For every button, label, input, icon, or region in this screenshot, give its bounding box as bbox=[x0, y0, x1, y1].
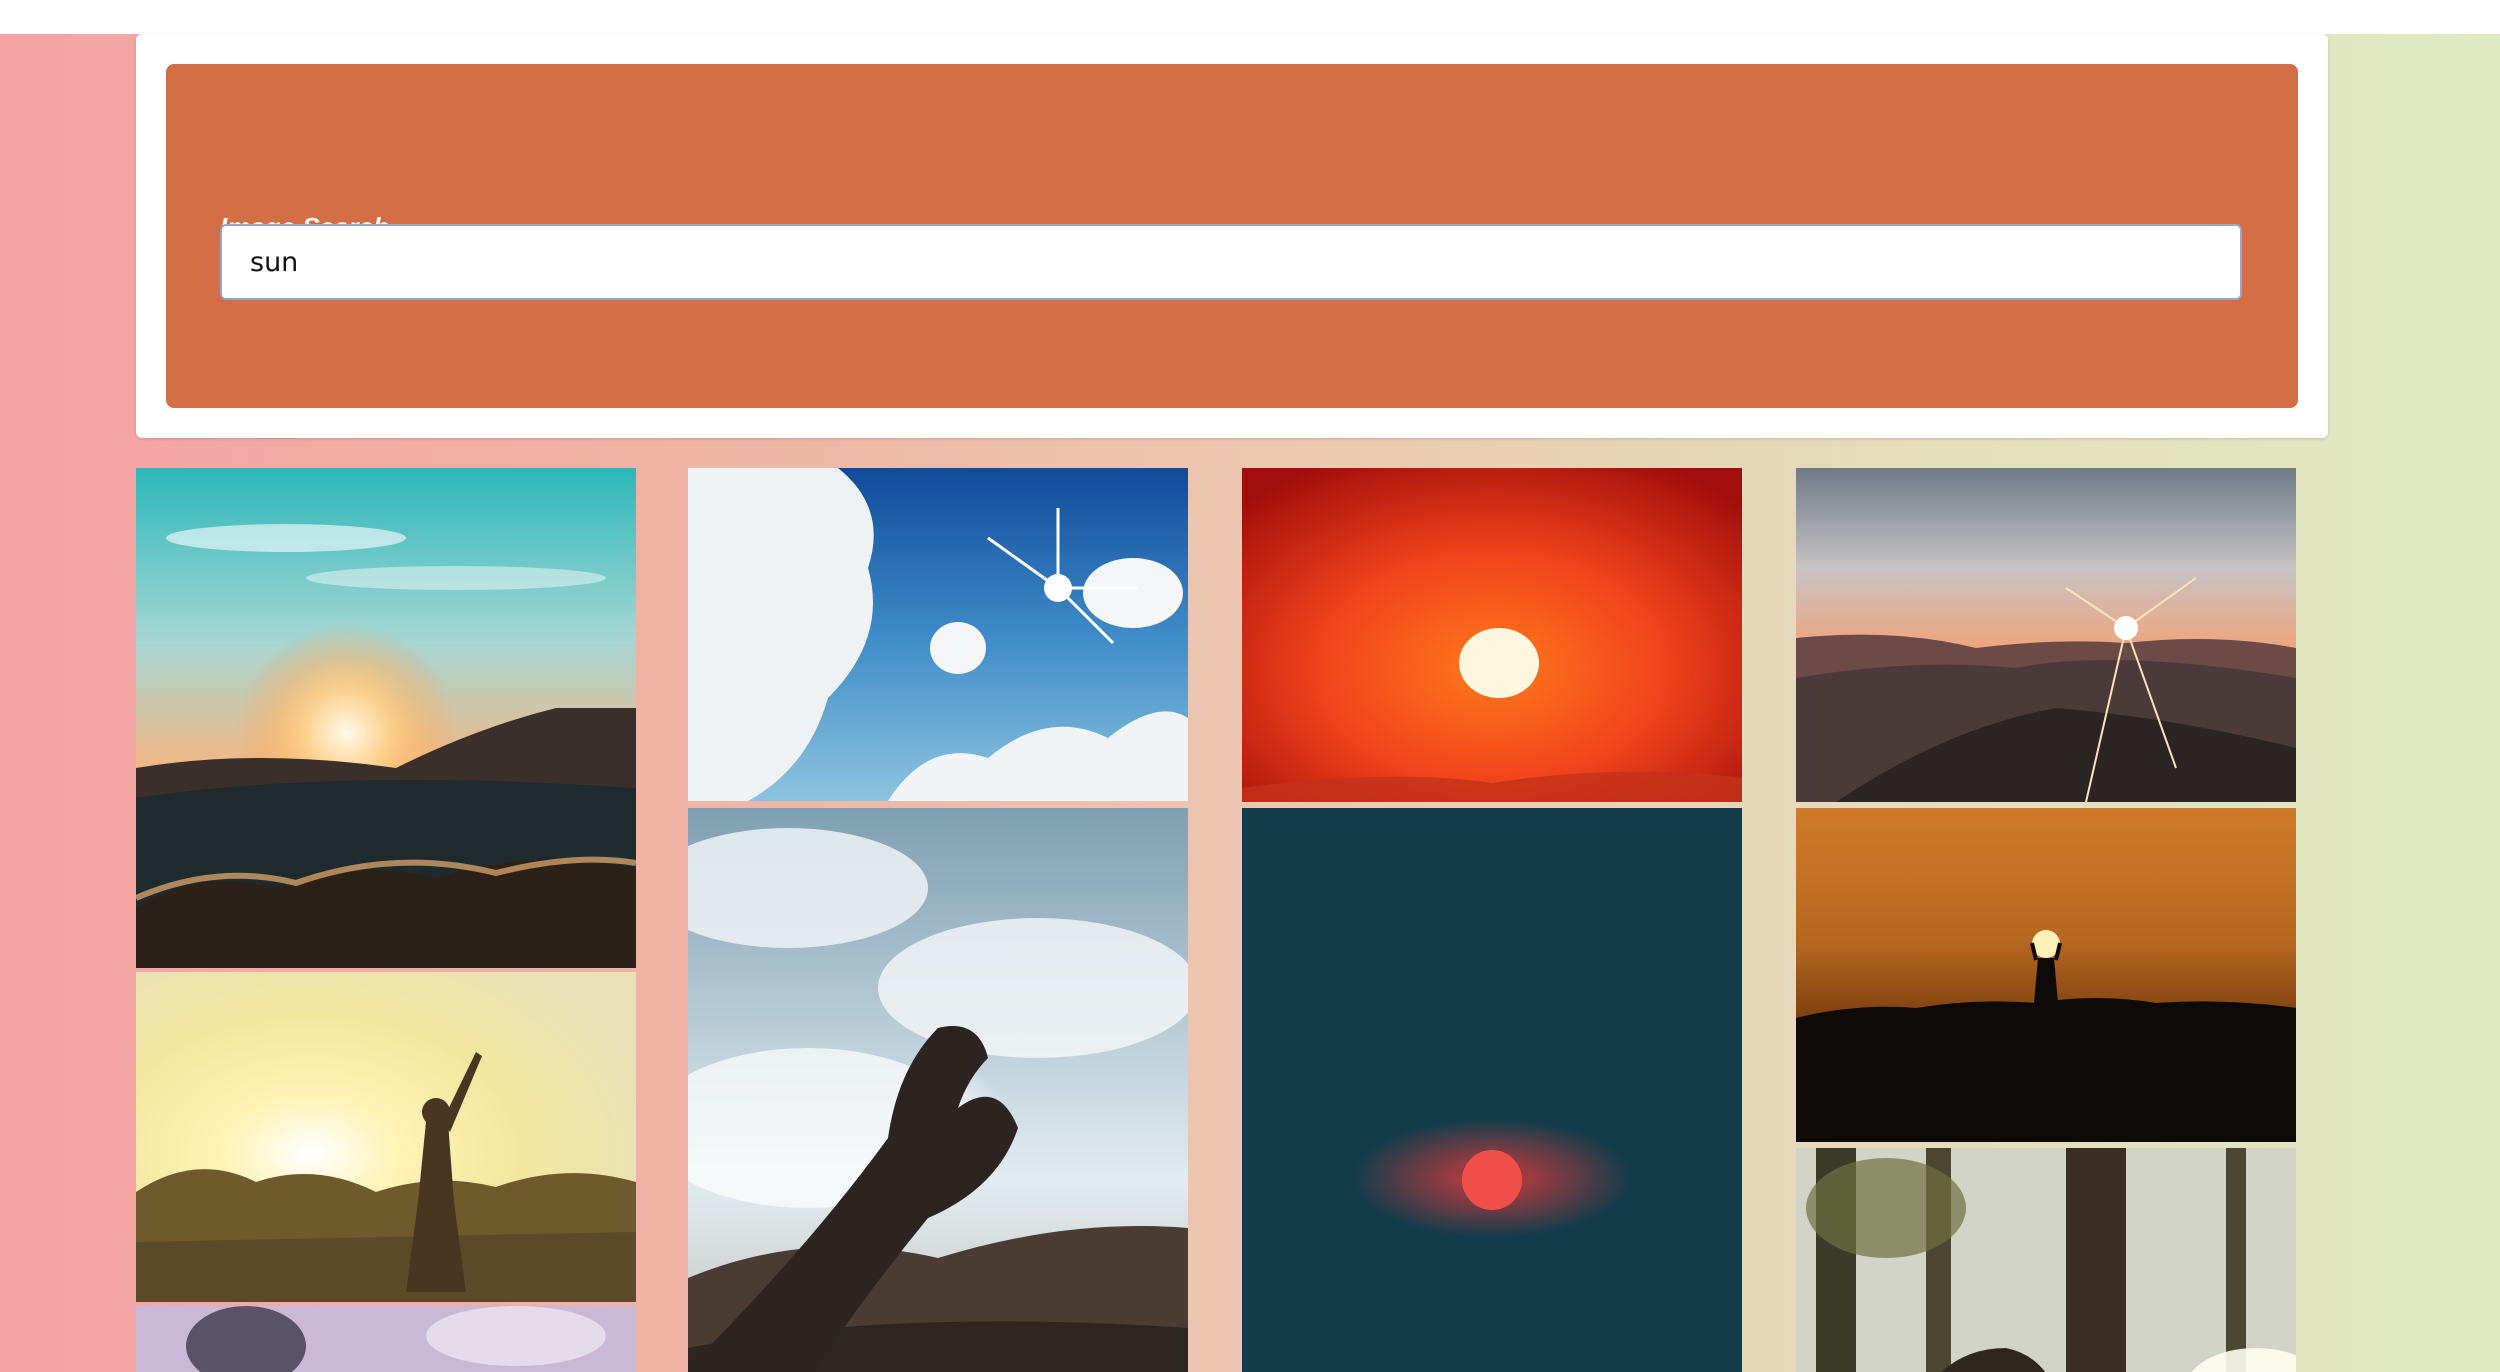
search-input[interactable] bbox=[220, 224, 2242, 300]
mountain-sunstar-photo[interactable] bbox=[1796, 468, 2296, 802]
search-panel: Image Search bbox=[166, 64, 2298, 408]
hand-holding-sun-photo[interactable] bbox=[688, 808, 1188, 1372]
image-grid bbox=[136, 468, 2296, 1372]
red-sun-orange-sky-photo[interactable] bbox=[1242, 468, 1742, 802]
blue-sky-sunburst-photo[interactable] bbox=[688, 468, 1188, 801]
sunset-hills-photo[interactable] bbox=[136, 468, 636, 968]
top-bar bbox=[0, 0, 2500, 34]
forest-sunlight-photo[interactable] bbox=[1796, 1148, 2296, 1372]
woman-sunlight-photo[interactable] bbox=[136, 972, 636, 1302]
search-card: Image Search bbox=[136, 34, 2328, 438]
silhouette-holding-sun-photo[interactable] bbox=[1796, 808, 2296, 1142]
red-sun-teal-sky-photo[interactable] bbox=[1242, 808, 1742, 1372]
sky-clouds-photo[interactable] bbox=[136, 1306, 636, 1372]
